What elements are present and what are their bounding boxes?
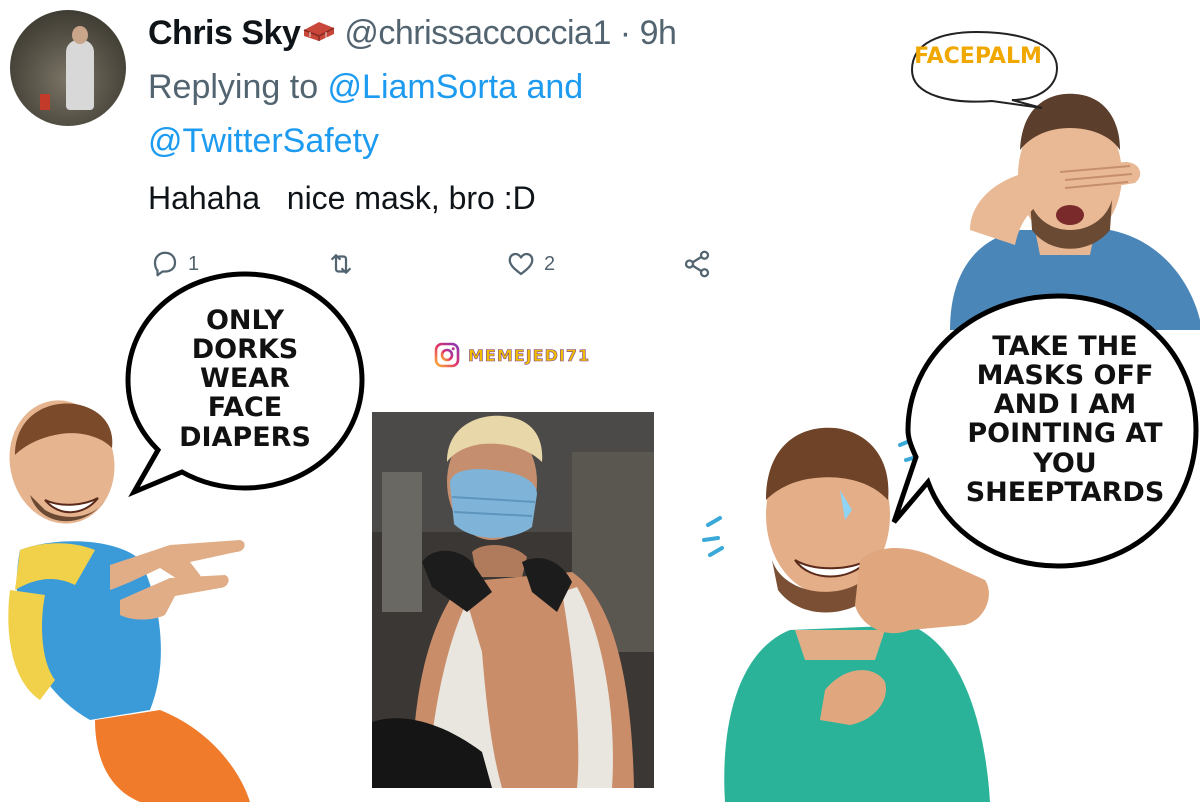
right-bubble-line: POINTING AT	[967, 418, 1163, 450]
right-bubble-line: YOU	[1033, 447, 1097, 479]
left-bubble-line: WEAR	[200, 363, 290, 395]
right-bubble-line: MASKS OFF	[976, 360, 1154, 392]
display-name[interactable]: Chris Sky	[148, 14, 301, 52]
facepalm-bubble	[910, 30, 1059, 109]
instagram-watermark: MEMEJEDI71	[434, 342, 590, 368]
mention-twittersafety[interactable]: @TwitterSafety	[148, 122, 379, 160]
right-bubble-line: SHEEPTARDS	[965, 476, 1165, 508]
like-button[interactable]: 2	[506, 248, 555, 280]
replying-connector: and	[517, 68, 584, 106]
replying-to-line-2: @TwitterSafety	[148, 122, 379, 161]
masked-man-photo	[372, 412, 654, 788]
heart-icon	[508, 252, 534, 276]
mention-liamsorta[interactable]: @LiamSorta	[328, 68, 517, 106]
right-bubble-text: TAKE THE MASKS OFF AND I AM POINTING AT …	[940, 332, 1190, 507]
replying-prefix: Replying to	[148, 68, 328, 106]
tweet-text: Hahaha nice mask, bro :D	[148, 180, 536, 216]
left-bubble-line: DORKS	[191, 334, 299, 366]
share-button[interactable]	[682, 248, 712, 280]
left-bubble-line: ONLY	[205, 305, 285, 336]
left-bubble-line: FACE	[207, 392, 283, 424]
handle-and-time[interactable]: @chrissaccoccia1 · 9h	[344, 14, 677, 52]
right-bubble-line: TAKE THE	[992, 331, 1138, 362]
facepalm-label: FACEPALM	[914, 44, 1042, 69]
left-bubble-line: DIAPERS	[179, 421, 311, 453]
avatar[interactable]	[10, 10, 126, 126]
right-bubble-line: AND I AM	[993, 389, 1137, 421]
share-icon	[684, 250, 710, 278]
replying-to-line: Replying to @LiamSorta and	[148, 68, 583, 107]
like-count: 2	[544, 252, 556, 275]
tweet-header: Chris Sky @chrissaccoccia1 · 9h	[148, 14, 677, 53]
instagram-icon	[434, 342, 460, 368]
left-bubble-text: ONLY DORKS WEAR FACE DIAPERS	[150, 306, 340, 452]
instagram-handle: MEMEJEDI71	[468, 345, 591, 365]
brick-icon	[304, 22, 335, 41]
